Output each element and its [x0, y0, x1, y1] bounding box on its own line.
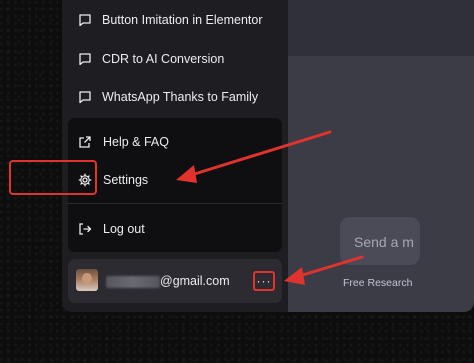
help-faq-label: Help & FAQ: [103, 135, 169, 149]
sidebar-chat-item[interactable]: Button Imitation in Elementor: [78, 7, 278, 33]
sidebar: Button Imitation in Elementor CDR to AI …: [62, 0, 288, 312]
logout-icon: [79, 223, 92, 235]
chat-bubble-icon: [79, 14, 91, 27]
chat-item-label: CDR to AI Conversion: [102, 52, 225, 66]
external-link-icon: [79, 136, 91, 148]
chat-bubble-icon: [79, 53, 91, 66]
sidebar-chat-item[interactable]: WhatsApp Thanks to Family: [78, 84, 278, 110]
logout-button[interactable]: Log out: [78, 216, 145, 242]
user-email: @gmail.com: [160, 274, 230, 288]
footer-note: Free Research: [343, 277, 413, 289]
main-panel: [288, 0, 474, 312]
sidebar-chat-item[interactable]: CDR to AI Conversion: [78, 46, 278, 72]
settings-highlight: [9, 160, 97, 195]
account-menu: Help & FAQ Settings Log out: [68, 118, 282, 252]
email-redacted: [106, 276, 160, 288]
menu-divider: [68, 203, 282, 204]
settings-label: Settings: [103, 173, 149, 187]
help-faq-button[interactable]: Help & FAQ: [78, 129, 169, 155]
logout-label: Log out: [103, 222, 145, 236]
main-top-area: [288, 0, 474, 56]
chat-bubble-icon: [79, 91, 91, 104]
chat-item-label: Button Imitation in Elementor: [102, 13, 263, 27]
message-input-placeholder: Send a m: [354, 234, 414, 250]
ellipsis-icon: ···: [256, 274, 272, 288]
more-options-button[interactable]: ···: [253, 271, 275, 291]
chat-app-window: Button Imitation in Elementor CDR to AI …: [62, 0, 474, 312]
avatar: [76, 269, 98, 291]
chat-item-label: WhatsApp Thanks to Family: [102, 90, 259, 104]
